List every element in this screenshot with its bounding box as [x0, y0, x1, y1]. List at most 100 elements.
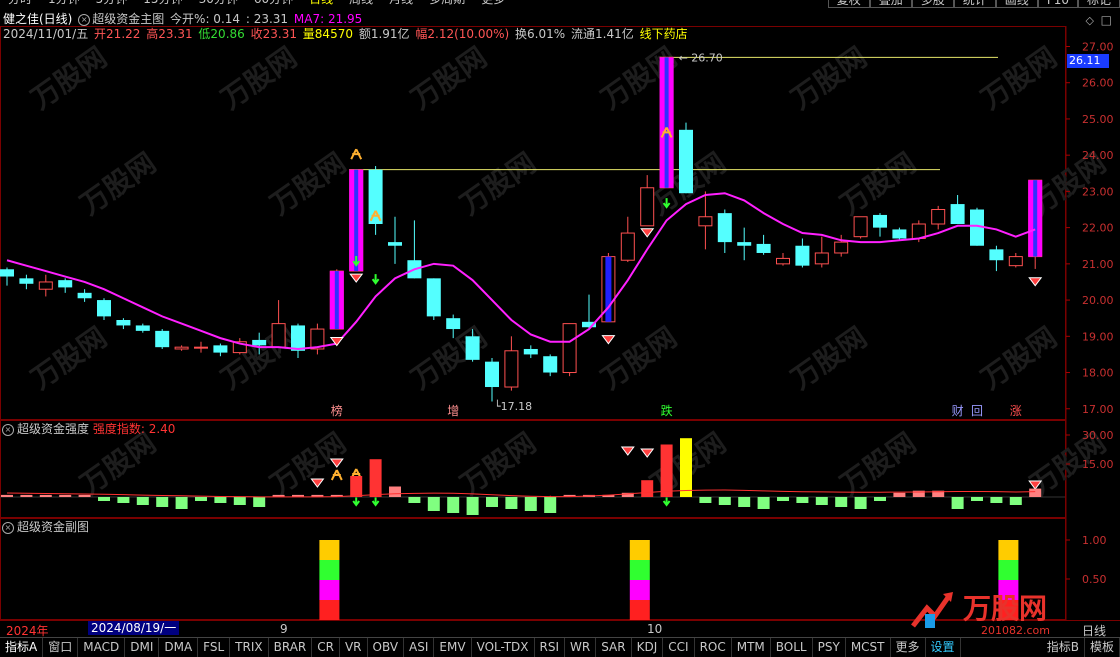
indicator-tab[interactable]: PSY: [813, 638, 846, 657]
candle-body: [640, 187, 655, 227]
candle-body: [252, 339, 267, 346]
indicator-tab[interactable]: SAR: [596, 638, 632, 657]
indicator-tab[interactable]: KDJ: [632, 638, 664, 657]
candle-body: [776, 257, 790, 265]
indicator-tab[interactable]: DMI: [125, 638, 160, 657]
candle: [892, 227, 907, 241]
indicator-tab[interactable]: CR: [312, 638, 340, 657]
candle: [388, 216, 402, 264]
sub1-close-icon[interactable]: ×: [2, 423, 14, 436]
high-value-label: ← 26.70: [679, 51, 723, 64]
candle: [756, 234, 771, 255]
strength-bar: [233, 497, 246, 505]
strength-bar: [253, 497, 266, 507]
strength-bar: [214, 497, 227, 503]
indicator-tab[interactable]: MACD: [78, 638, 126, 657]
strength-bar: [874, 497, 886, 501]
watermark-text: 万股网: [454, 146, 542, 221]
signal-stripe: [1033, 180, 1038, 257]
candle: [426, 278, 441, 320]
low-value-label: └17.18: [494, 399, 532, 413]
axis-label: 26.00: [1082, 77, 1114, 90]
indicator-tab[interactable]: FSL: [198, 638, 231, 657]
strength-bar: [369, 459, 382, 497]
strength-bar: [389, 486, 401, 497]
candle: [116, 318, 131, 330]
indicator-tab-right[interactable]: 模板: [1085, 638, 1120, 657]
axis-label: 20.00: [1082, 294, 1114, 307]
gem-icon: [640, 228, 655, 238]
watermark-text: 万股网: [215, 321, 303, 396]
indicator-tab-right[interactable]: 指标B: [1042, 638, 1085, 657]
candle: [271, 300, 286, 348]
indicator-tab[interactable]: BOLL: [771, 638, 813, 657]
candle: [698, 191, 713, 250]
sub1-title[interactable]: 超级资金强度: [17, 422, 89, 436]
watermark-text: 万股网: [405, 321, 493, 396]
strength-bar: [1029, 488, 1042, 497]
indicator-tab[interactable]: MTM: [732, 638, 771, 657]
indicator-tab[interactable]: WR: [565, 638, 597, 657]
tab-spacer: [961, 638, 1042, 657]
candle-body: [562, 323, 577, 374]
indicator-tab[interactable]: 设置: [926, 638, 961, 657]
indicator-tabs: 指标A 窗口 MACD DMI DMA FSL TRIX BRAR CR VR OBV ASI EMV V…: [0, 637, 1120, 657]
candle-body: [135, 325, 150, 331]
axis-label: 27.00: [1082, 40, 1114, 53]
indicator-tab[interactable]: VR: [340, 638, 368, 657]
svg-text:万股网: 万股网: [963, 592, 1047, 625]
watermark-text: 万股网: [454, 426, 542, 501]
candle-body: [97, 300, 111, 317]
axis-label: 18.00: [1082, 367, 1114, 380]
watermark-text: 万股网: [74, 146, 162, 221]
event-marker: 财: [952, 404, 964, 418]
indicator-tab[interactable]: OBV: [368, 638, 405, 657]
sub2-close-icon[interactable]: ×: [2, 521, 14, 534]
indicator-tab[interactable]: EMV: [434, 638, 472, 657]
candle-body: [892, 229, 907, 239]
indicator-tab[interactable]: ASI: [404, 638, 435, 657]
indicator-tab[interactable]: 指标A: [0, 638, 44, 657]
indicator-tab[interactable]: 更多: [891, 638, 926, 657]
candle: [329, 269, 344, 330]
strength-bar: [718, 497, 731, 505]
candle-body: [931, 209, 946, 225]
candle-body: [271, 323, 286, 348]
indicator-tab[interactable]: VOL-TDX: [472, 638, 535, 657]
sub2-title[interactable]: 超级资金副图: [17, 520, 89, 534]
strength-bar: [757, 497, 770, 509]
candle-body: [523, 348, 538, 355]
candle: [194, 341, 208, 353]
sub2-title-row: × 超级资金副图: [2, 520, 89, 534]
strength-bar: [1009, 497, 1022, 505]
strength-bar: [408, 497, 421, 503]
strength-bar: [486, 497, 498, 507]
watermark-text: 万股网: [785, 41, 873, 116]
indicator-tab[interactable]: ROC: [695, 638, 732, 657]
indicator-tab[interactable]: MCST: [846, 638, 891, 657]
candle-body: [814, 252, 829, 265]
strength-bar: [117, 497, 130, 503]
candle-body: [873, 214, 887, 228]
strength-bar: [777, 497, 789, 501]
axis-label: 25.00: [1082, 113, 1114, 126]
indicator-tab[interactable]: DMA: [159, 638, 199, 657]
indicator-tab[interactable]: BRAR: [269, 638, 313, 657]
svg-text:201082.com: 201082.com: [981, 624, 1050, 636]
sub1-title-row: × 超级资金强度 强度指数: 2.40: [2, 422, 175, 436]
indicator-tab[interactable]: TRIX: [230, 638, 269, 657]
sub1-axis-label: 15.00: [1082, 458, 1114, 471]
watermark-text: 万股网: [215, 41, 303, 116]
indicator-tab[interactable]: RSI: [535, 638, 566, 657]
candle-body: [543, 356, 558, 373]
indicator-tab[interactable]: CCI: [663, 638, 695, 657]
watermark-text: 万股网: [975, 321, 1063, 396]
candle: [38, 274, 53, 297]
strength-bar: [156, 497, 169, 507]
indicator-tab[interactable]: 窗口: [43, 638, 79, 657]
candle: [1028, 179, 1043, 269]
event-marker: 增: [447, 404, 459, 418]
axis-label: 17.00: [1082, 403, 1114, 416]
watermark-text: 万股网: [975, 41, 1063, 116]
kline-chart[interactable]: 万股网 万股网 万股网 万股网 万股网 万股网万股网 万股网 万股网 万股网 万股网万股网 万股网万…: [0, 0, 1120, 656]
